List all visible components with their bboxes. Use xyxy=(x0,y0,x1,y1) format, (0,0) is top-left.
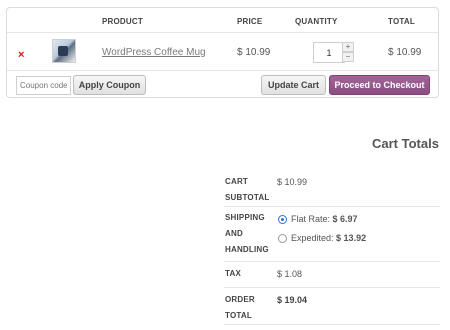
cart-totals-title: Cart Totals xyxy=(372,136,439,151)
product-thumbnail[interactable] xyxy=(52,39,76,63)
subtotal-value: $ 10.99 xyxy=(277,177,308,187)
quantity-input[interactable] xyxy=(313,42,345,63)
order-total-label: ORDER TOTAL xyxy=(225,292,255,324)
item-divider xyxy=(7,70,438,71)
quantity-increase-button[interactable]: + xyxy=(342,42,354,52)
header-total: TOTAL xyxy=(388,17,415,26)
header-product: PRODUCT xyxy=(102,17,143,26)
proceed-to-checkout-button[interactable]: Proceed to Checkout xyxy=(329,75,430,95)
order-total-label-line1: ORDER xyxy=(225,295,255,304)
tax-divider xyxy=(224,287,440,288)
header-divider xyxy=(7,32,438,33)
order-total-label-line2: TOTAL xyxy=(225,311,252,320)
item-price: $ 10.99 xyxy=(237,47,271,58)
subtotal-label-line1: CART xyxy=(225,177,249,186)
header-quantity: QUANTITY xyxy=(295,17,338,26)
shipping-divider xyxy=(224,261,440,262)
shipping-label-line3: HANDLING xyxy=(225,245,269,254)
flat-rate-radio[interactable] xyxy=(278,215,287,224)
expedited-name: Expedited: xyxy=(291,233,334,243)
order-total-divider xyxy=(224,324,440,325)
product-name-link[interactable]: WordPress Coffee Mug xyxy=(102,47,206,58)
header-price: PRICE xyxy=(237,17,263,26)
update-cart-button[interactable]: Update Cart xyxy=(261,75,326,95)
shipping-label-line2: AND xyxy=(225,229,243,238)
item-total: $ 10.99 xyxy=(388,47,422,58)
quantity-decrease-button[interactable]: − xyxy=(342,52,354,62)
cart-table: PRODUCT PRICE QUANTITY TOTAL × WordPress… xyxy=(6,7,439,98)
tax-label: TAX xyxy=(225,269,242,278)
remove-item-icon[interactable]: × xyxy=(18,49,24,61)
coupon-code-input[interactable] xyxy=(16,76,71,95)
shipping-label: SHIPPING AND HANDLING xyxy=(225,210,269,258)
expedited-option[interactable]: Expedited: $ 13.92 xyxy=(291,233,366,243)
subtotal-label-line2: SUBTOTAL xyxy=(225,193,270,202)
shipping-label-line1: SHIPPING xyxy=(225,213,265,222)
order-total-value: $ 19.04 xyxy=(277,295,308,305)
apply-coupon-button[interactable]: Apply Coupon xyxy=(73,75,146,95)
flat-rate-amount: $ 6.97 xyxy=(332,214,358,224)
expedited-amount: $ 13.92 xyxy=(336,233,367,243)
subtotal-divider xyxy=(224,206,440,207)
flat-rate-name: Flat Rate: xyxy=(291,214,331,224)
tax-value: $ 1.08 xyxy=(277,269,303,279)
subtotal-label: CART SUBTOTAL xyxy=(225,174,269,206)
expedited-radio[interactable] xyxy=(278,234,287,243)
flat-rate-option[interactable]: Flat Rate: $ 6.97 xyxy=(291,214,358,224)
